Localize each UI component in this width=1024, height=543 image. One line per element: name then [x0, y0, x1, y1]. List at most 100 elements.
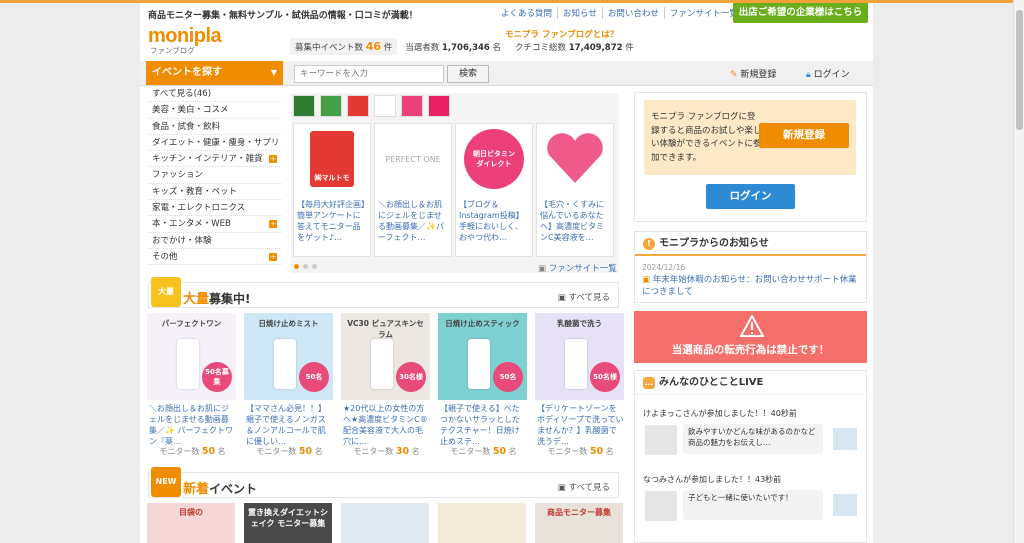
new-event-card[interactable]: 目袋の: [147, 503, 235, 543]
event-search-tab[interactable]: イベントを探す ▼: [146, 61, 283, 85]
live-item[interactable]: けよまっこさんが参加しました！！40秒前飲みやすいかどんな味があるのかなど商品の…: [643, 408, 861, 460]
live-bubble: 飲みやすいかどんな味があるのかなど商品の魅力をお伝えし…: [683, 424, 823, 454]
fansite-logo[interactable]: [293, 95, 315, 117]
live-message: 飲みやすいかどんな味があるのかなど商品の魅力をお伝えし…: [643, 422, 861, 458]
product-text: ＼お顔出し＆お肌にジェルをじませる動画募集／✨ パーフェクトワン『薬…: [149, 404, 234, 445]
product-card[interactable]: パーフェクトワン 50名募集 ＼お顔出し＆お肌にジェルをじませる動画募集／✨ パーフ…: [147, 313, 238, 457]
stat-events: 募集中イベント数 46 件: [290, 38, 398, 55]
monitor-count: モニター数 50 名: [256, 446, 323, 457]
info-icon: !: [643, 238, 655, 250]
news-item[interactable]: ▣ 年末年始休暇のお知らせ：お問い合わせサポート休業につきまして: [642, 275, 862, 298]
register-link[interactable]: ✎ 新規登録: [730, 67, 776, 80]
carousel-card-text: 【毛穴・くすみに悩んでいるあなたへ】高濃度ビタミンC美容液を…: [540, 200, 604, 242]
resale-warning-banner[interactable]: 当選商品の転売行為は禁止です！: [634, 311, 867, 363]
faq-link[interactable]: よくある質問: [496, 7, 557, 19]
fansite-logo[interactable]: [374, 95, 396, 117]
product-card[interactable]: 日焼け止めミスト 50名 【ママさん必見！！】親子で使えるノンガス＆ノンアルコールで…: [244, 313, 335, 457]
search-button[interactable]: 検索: [447, 65, 489, 83]
monitor-count: モニター数 50 名: [450, 446, 517, 457]
product-card[interactable]: 乳酸菌で洗う 50名様 【デリケートゾーンをボディソープで洗っていませんか？】乳酸菌…: [535, 313, 626, 457]
contact-link[interactable]: お問い合わせ: [601, 7, 664, 19]
new-event-card[interactable]: 商品モニター募集: [535, 503, 623, 543]
new-badge-icon: NEW: [151, 467, 181, 497]
fansite-list-link[interactable]: ファンサイト一覧: [663, 7, 743, 19]
category-item[interactable]: 美容・美白・コスメ: [148, 102, 282, 119]
new-title: 新着イベント: [183, 482, 258, 497]
site-stats: 募集中イベント数 46 件 当選者数 1,706,346 名 クチコミ総数 17…: [290, 38, 634, 55]
category-item[interactable]: 食品・試食・飲料: [148, 119, 282, 135]
fansite-logo[interactable]: [428, 95, 450, 117]
warning-icon: [740, 315, 764, 337]
category-item[interactable]: ダイエット・健康・痩身・サプリ: [148, 135, 282, 152]
arrow-right-icon: ▣: [538, 264, 547, 274]
carousel-card[interactable]: 朝日ビタミン ダイレクト 【ブログ＆Instagram投稿】手軽においしく、おやつ…: [455, 123, 533, 257]
live-who: なつみさんが参加しました！！43秒前: [643, 475, 782, 484]
carousel-card-text: 【ブログ＆Instagram投稿】手軽においしく、おやつ代わ…: [459, 200, 524, 242]
site-logo[interactable]: monipla ファンブログ: [148, 25, 222, 56]
login-link[interactable]: 🔒︎ ログイン: [806, 67, 850, 80]
expand-icon[interactable]: +: [269, 155, 277, 164]
live-item[interactable]: なつみさんが参加しました！！43秒前子どもと一緒に使いたいです！: [643, 474, 861, 526]
fansite-logo[interactable]: [320, 95, 342, 117]
keyword-search-input[interactable]: [294, 65, 444, 83]
product-image: 日焼け止めスティック 50名: [438, 313, 527, 400]
site-tagline: 商品モニター募集・無料サンプル・試供品の情報・口コミが満載！: [148, 11, 418, 21]
chevron-down-icon: ▼: [270, 68, 277, 77]
scrollbar-thumb[interactable]: [1016, 10, 1023, 130]
category-item[interactable]: キッズ・教育・ペット: [148, 184, 282, 201]
product-text: ★20代以上の女性の方へ★高濃度ビタミンC®配合美容液で大人の毛穴に…: [343, 404, 428, 445]
product-image: 日焼け止めミスト 50名: [244, 313, 333, 400]
monitor-count: モニター数 30 名: [353, 446, 420, 457]
product-image: パーフェクトワン 50名募集: [147, 313, 236, 400]
product-card[interactable]: 日焼け止めスティック 50名 【親子で使える】べたつかないサラッとしたテクスチャー！…: [438, 313, 529, 457]
product-image: 乳酸菌で洗う 50名様: [535, 313, 624, 400]
carousel-card-text: ＼お顔出し＆お肌にジェルをじませる動画募集／✨パーフェクト…: [378, 200, 444, 242]
carousel-dots[interactable]: [294, 264, 321, 269]
live-message: 子どもと一緒に使いたいです！: [643, 488, 861, 524]
product-text: 【ママさん必見！！】親子で使えるノンガス＆ノンアルコールで肌に優しい…: [246, 404, 326, 445]
fansite-logo[interactable]: [347, 95, 369, 117]
new-events-header: NEW 新着イベント ▣ すべて見る: [148, 467, 619, 498]
login-button[interactable]: ログイン: [706, 184, 795, 209]
pencil-icon: ✎: [730, 70, 738, 80]
corporate-button[interactable]: 出店ご希望の企業様はこちら: [733, 3, 868, 23]
live-who: けよまっこさんが参加しました！！40秒前: [643, 409, 797, 418]
mass-title: 大量募集中!: [183, 292, 251, 307]
carousel-card-text: 【毎月大好評企画】簡単アンケートに答えてモニター品をゲット♪…: [297, 200, 365, 242]
category-item[interactable]: 本・エンタメ・WEB +: [148, 216, 282, 233]
mass-all-link[interactable]: ▣ すべて見る: [558, 291, 610, 303]
fansite-logos: [293, 95, 455, 117]
top-links: よくある質問 お知らせ お問い合わせ ファンサイト一覧: [496, 7, 743, 19]
carousel-card[interactable]: PERFECT ONE ＼お顔出し＆お肌にジェルをじませる動画募集／✨パーフェクト…: [374, 123, 452, 257]
page-scrollbar[interactable]: [1013, 0, 1024, 543]
category-item[interactable]: 家電・エレクトロニクス: [148, 200, 282, 217]
category-item[interactable]: おでかけ・体験: [148, 233, 282, 249]
live-title: … みんなのひとことLIVE: [635, 371, 866, 395]
stat-reviews: クチコミ総数 17,409,872 件: [515, 42, 634, 53]
category-item[interactable]: すべて見る(46): [148, 86, 282, 103]
lock-icon: 🔒︎: [806, 70, 811, 80]
carousel-card[interactable]: ㈱マルトモ 【毎月大好評企画】簡単アンケートに答えてモニター品をゲット♪…: [293, 123, 371, 257]
fansite-list-link-2[interactable]: ▣ ファンサイト一覧: [538, 262, 617, 274]
news-date: 2024/12/16: [642, 263, 686, 272]
new-event-card[interactable]: [341, 503, 429, 543]
expand-icon[interactable]: +: [269, 220, 277, 229]
carousel-card[interactable]: 【毛穴・くすみに悩んでいるあなたへ】高濃度ビタミンC美容液を…: [536, 123, 614, 257]
category-item[interactable]: キッチン・インテリア・雑貨 +: [148, 151, 282, 168]
fansite-logo[interactable]: [401, 95, 423, 117]
carousel-card-image: [537, 124, 613, 194]
news-link[interactable]: お知らせ: [557, 7, 602, 19]
product-card[interactable]: VC30 ピュアスキンセラム 30名様 ★20代以上の女性の方へ★高濃度ビタミンC®…: [341, 313, 432, 457]
category-item[interactable]: その他 +: [148, 249, 282, 266]
top-stripe: [0, 0, 1024, 3]
new-event-card[interactable]: 置き換えダイエットシェイク モニター募集: [244, 503, 332, 543]
avatar: [645, 491, 677, 521]
avatar: [645, 425, 677, 455]
register-button[interactable]: 新規登録: [759, 123, 849, 148]
news-title: ! モニプラからのお知らせ: [635, 232, 866, 256]
product-text: 【デリケートゾーンをボディソープで洗っていませんか？】乳酸菌で洗うデ…: [537, 404, 624, 445]
new-all-link[interactable]: ▣ すべて見る: [558, 481, 610, 493]
new-event-card[interactable]: [438, 503, 526, 543]
expand-icon[interactable]: +: [269, 252, 277, 261]
category-item[interactable]: ファッション: [148, 167, 282, 184]
